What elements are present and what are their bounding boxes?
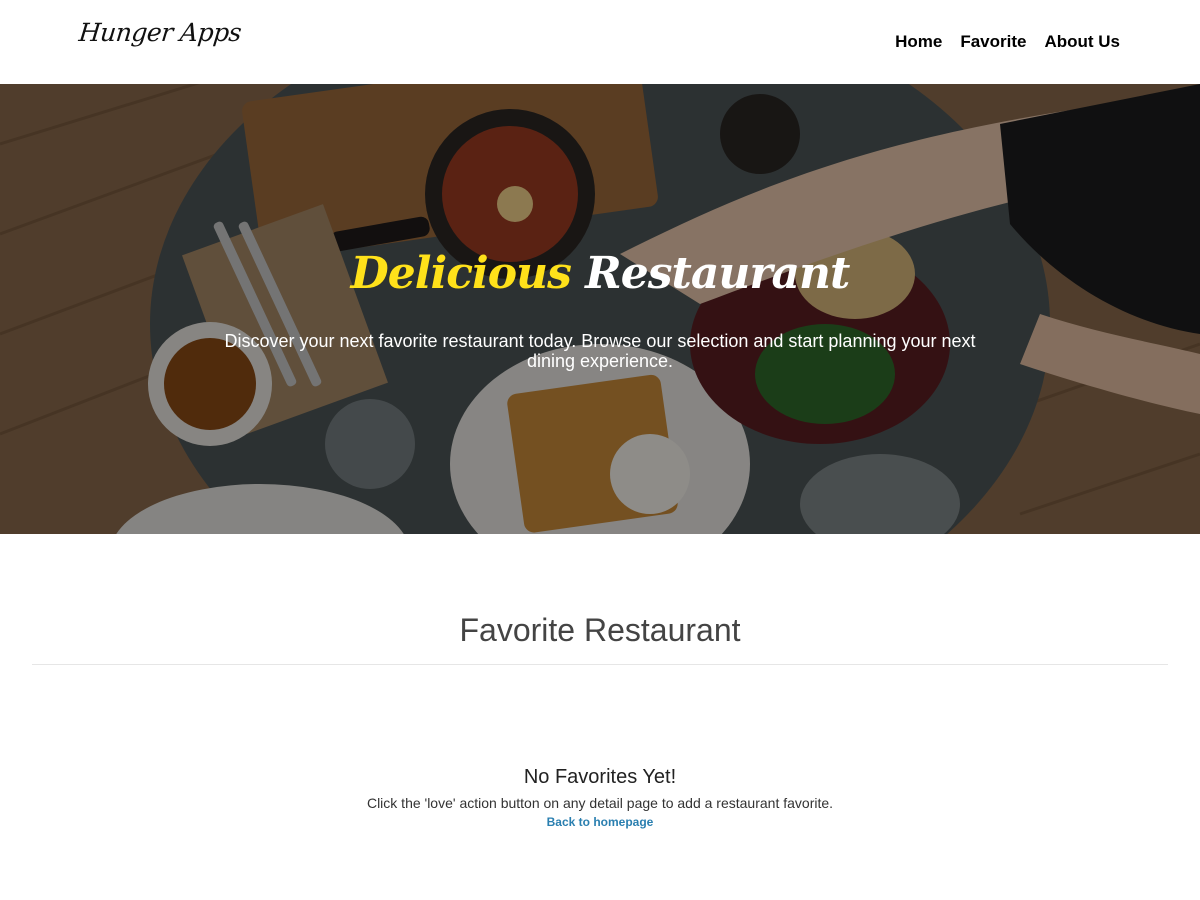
empty-state-message: Click the 'love' action button on any de… bbox=[366, 795, 834, 811]
hero-title: Delicious Restaurant bbox=[0, 244, 1200, 304]
back-to-homepage-link[interactable]: Back to homepage bbox=[547, 814, 654, 830]
hero-overlay bbox=[0, 84, 1200, 534]
page-title: Favorite Restaurant bbox=[459, 612, 741, 648]
main-nav: Home Favorite About Us bbox=[895, 31, 1120, 53]
hero-description: Discover your next favorite restaurant t… bbox=[224, 331, 976, 371]
nav-home-link[interactable]: Home bbox=[895, 31, 942, 53]
empty-state: No Favorites Yet! Click the 'love' actio… bbox=[0, 764, 1200, 831]
title-divider bbox=[32, 664, 1168, 665]
hero-banner: Delicious Restaurant Discover your next … bbox=[0, 84, 1200, 534]
hero-title-highlight: Delicious bbox=[350, 248, 572, 299]
site-header: Hunger Apps Home Favorite About Us bbox=[0, 0, 1200, 84]
hero-title-rest: Restaurant bbox=[585, 248, 850, 299]
nav-favorite-link[interactable]: Favorite bbox=[960, 31, 1026, 53]
nav-about-us-link[interactable]: About Us bbox=[1044, 31, 1120, 53]
logo[interactable]: Hunger Apps bbox=[77, 18, 242, 47]
empty-state-title: No Favorites Yet! bbox=[523, 766, 677, 788]
